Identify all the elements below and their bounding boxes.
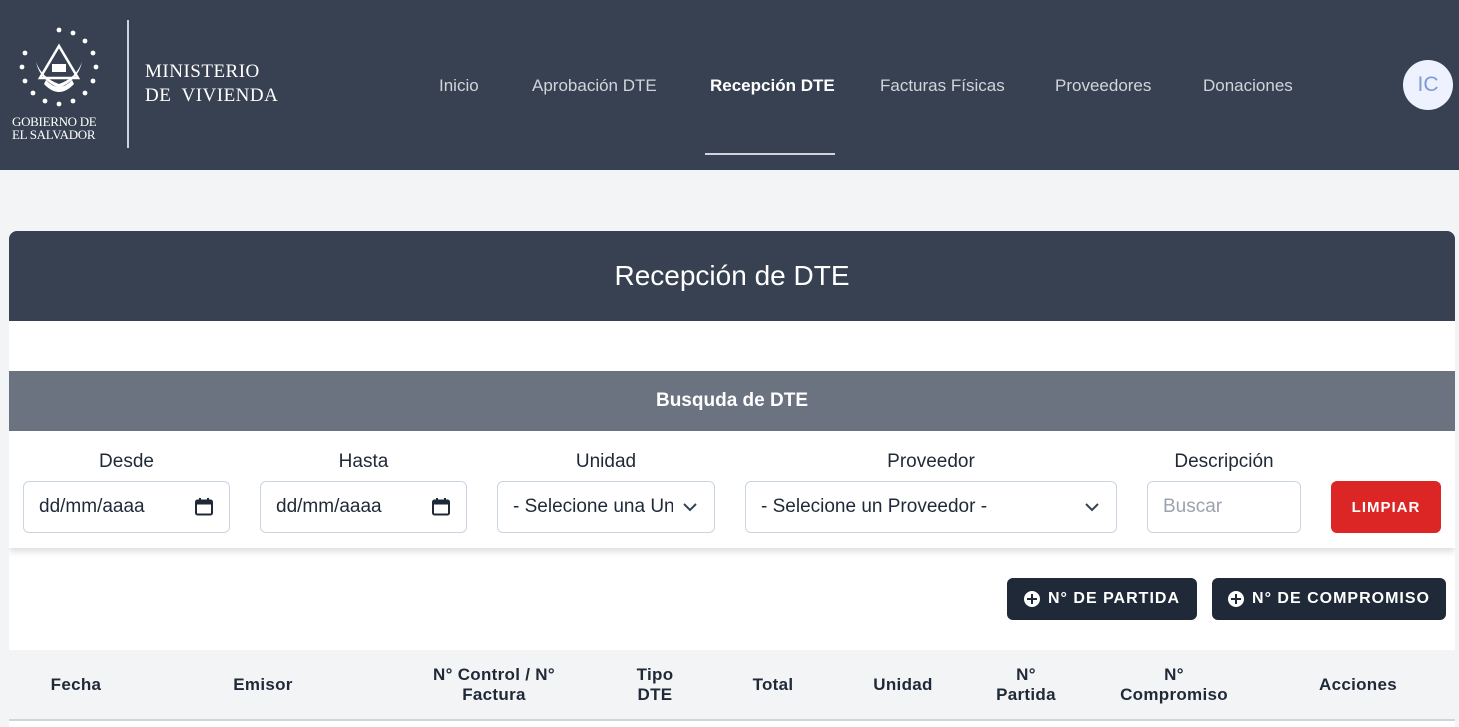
column-header-fecha[interactable]: Fecha bbox=[9, 650, 143, 719]
chevron-down-icon bbox=[1085, 503, 1099, 512]
government-logo-text: GOBIERNO DE EL SALVADOR bbox=[12, 114, 97, 142]
top-navbar: GOBIERNO DE EL SALVADOR MINISTERIO DE VI… bbox=[0, 0, 1459, 170]
add-partida-button[interactable]: N° DE PARTIDA bbox=[1007, 578, 1197, 620]
add-partida-label: N° DE PARTIDA bbox=[1048, 590, 1180, 607]
column-header-tipo-dte[interactable]: Tipo DTE bbox=[605, 650, 705, 719]
plus-circle-icon bbox=[1228, 591, 1245, 607]
desde-date-input[interactable]: dd/mm/aaaa bbox=[23, 481, 230, 533]
search-section-title: Busquda de DTE bbox=[655, 390, 808, 411]
coat-of-arms-icon bbox=[19, 27, 99, 107]
proveedor-select[interactable]: - Selecione un Proveedor - bbox=[745, 481, 1117, 533]
hasta-date-input[interactable]: dd/mm/aaaa bbox=[260, 481, 467, 533]
main-card: Recepción de DTE Busquda de DTE Desde dd… bbox=[9, 231, 1455, 727]
calendar-icon[interactable] bbox=[431, 497, 451, 517]
calendar-icon[interactable] bbox=[194, 497, 214, 517]
add-compromiso-label: N° DE COMPROMISO bbox=[1252, 590, 1430, 607]
column-header-partida[interactable]: N° Partida bbox=[965, 650, 1087, 719]
search-section-header: Busquda de DTE bbox=[9, 371, 1455, 431]
plus-circle-icon bbox=[1024, 591, 1040, 607]
nav-item-aprobacion-dte[interactable]: Aprobación DTE bbox=[532, 76, 657, 96]
hasta-label: Hasta bbox=[338, 451, 389, 472]
clear-button[interactable]: LIMPIAR bbox=[1331, 481, 1441, 533]
ministry-logo-text: MINISTERIO DE VIVIENDA bbox=[145, 61, 279, 106]
nav-item-facturas-fisicas[interactable]: Facturas Físicas bbox=[880, 76, 1005, 96]
page-title: Recepción de DTE bbox=[614, 260, 850, 291]
column-header-emisor[interactable]: Emisor bbox=[143, 650, 383, 719]
column-header-unidad[interactable]: Unidad bbox=[841, 650, 965, 719]
column-header-compromiso[interactable]: N° Compromiso bbox=[1087, 650, 1261, 719]
column-header-total[interactable]: Total bbox=[705, 650, 841, 719]
proveedor-label: Proveedor bbox=[887, 451, 975, 472]
unidad-label: Unidad bbox=[575, 451, 637, 472]
unidad-select[interactable]: - Selecione una Unidad - bbox=[497, 481, 715, 533]
filters-panel: Desde dd/mm/aaaa Hasta dd/mm/aaaa Unidad bbox=[9, 431, 1455, 548]
user-avatar[interactable]: IC bbox=[1403, 60, 1453, 110]
logo-divider bbox=[127, 20, 129, 148]
nav-item-donaciones[interactable]: Donaciones bbox=[1203, 76, 1293, 96]
column-header-acciones[interactable]: Acciones bbox=[1261, 650, 1455, 719]
column-header-control-factura[interactable]: N° Control / N° Factura bbox=[383, 650, 605, 719]
nav-item-inicio[interactable]: Inicio bbox=[439, 76, 479, 96]
desde-label: Desde bbox=[99, 451, 154, 472]
card-header: Recepción de DTE bbox=[9, 231, 1455, 321]
descripcion-search-input[interactable]: Buscar bbox=[1147, 481, 1301, 533]
descripcion-label: Descripción bbox=[1174, 451, 1274, 472]
add-compromiso-button[interactable]: N° DE COMPROMISO bbox=[1212, 578, 1446, 620]
active-nav-indicator bbox=[705, 153, 835, 155]
nav-item-proveedores[interactable]: Proveedores bbox=[1055, 76, 1151, 96]
chevron-down-icon bbox=[683, 503, 697, 512]
table-header: Fecha Emisor N° Control / N° Factura Tipo… bbox=[9, 650, 1455, 721]
nav-item-recepcion-dte[interactable]: Recepción DTE bbox=[710, 76, 835, 96]
